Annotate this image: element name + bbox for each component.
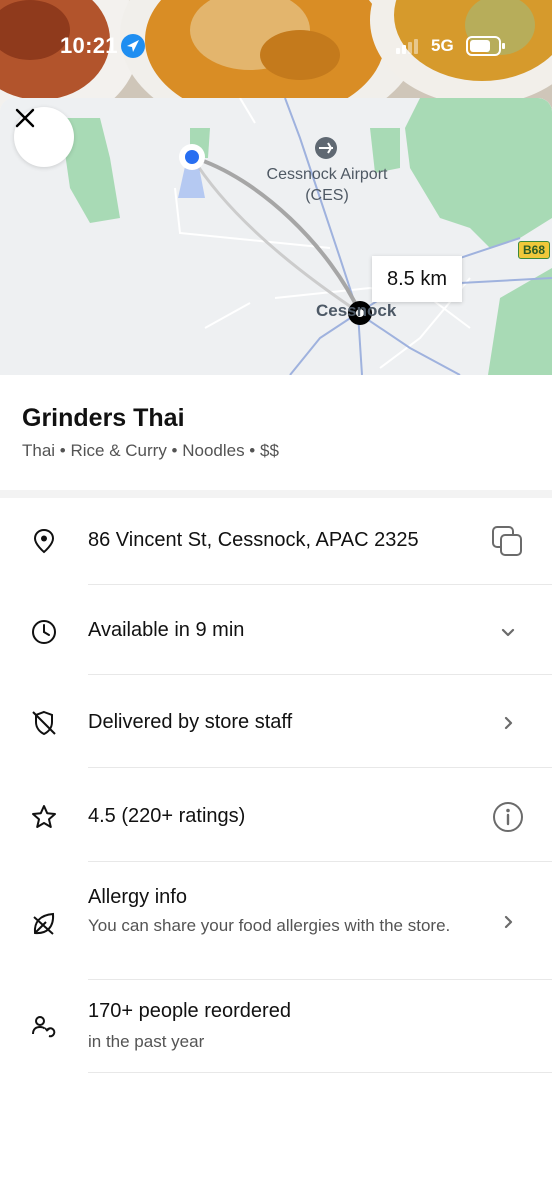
status-bar: 10:21 5G xyxy=(0,0,552,92)
reorder-row: 170+ people reordered in the past year xyxy=(0,980,552,1072)
battery-icon xyxy=(466,36,505,56)
delivery-text: Delivered by store staff xyxy=(88,711,293,733)
network-type: 5G xyxy=(431,36,454,55)
rating-text: 4.5 (220+ ratings) xyxy=(88,805,246,827)
reorder-subtitle: in the past year xyxy=(88,1032,205,1051)
star-icon xyxy=(32,805,56,828)
city-label: Cessnock xyxy=(316,301,397,320)
row-separator xyxy=(88,1072,552,1073)
distance-tag: 8.5 km xyxy=(372,256,462,302)
location-arrow-icon xyxy=(121,34,145,58)
clock-icon xyxy=(32,620,56,644)
location-pin-icon xyxy=(33,528,55,554)
person-repeat-icon xyxy=(32,1016,56,1038)
close-icon xyxy=(15,108,35,128)
status-time: 10:21 xyxy=(60,33,118,58)
airport-label: Cessnock Airport (CES) xyxy=(266,166,388,204)
map[interactable]: Cessnock Airport (CES) Cessnock B68 8.5 … xyxy=(0,98,552,375)
chevron-right-icon[interactable] xyxy=(491,905,525,939)
chevron-right-icon[interactable] xyxy=(491,706,525,740)
store-tags: Thai • Rice & Curry • Noodles • $$ xyxy=(22,441,279,460)
address-text: 86 Vincent St, Cessnock, APAC 2325 xyxy=(88,529,419,551)
copy-icon[interactable] xyxy=(490,524,524,558)
reorder-title: 170+ people reordered xyxy=(88,1000,291,1022)
info-icon[interactable] xyxy=(491,800,525,834)
allergy-title: Allergy info xyxy=(88,886,187,908)
availability-row[interactable]: Available in 9 min xyxy=(0,585,552,674)
availability-text: Available in 9 min xyxy=(88,619,245,641)
allergy-description: You can share your food allergies with t… xyxy=(88,916,451,935)
rating-row[interactable]: 4.5 (220+ ratings) xyxy=(0,768,552,861)
no-courier-icon xyxy=(32,710,56,736)
allergy-row[interactable]: Allergy info You can share your food all… xyxy=(0,862,552,979)
close-button[interactable] xyxy=(14,107,74,167)
leaf-icon xyxy=(33,912,55,935)
store-info-screen: 10:21 5G Cessnock Airport (CES) Cessnock… xyxy=(0,0,552,1200)
chevron-down-icon[interactable] xyxy=(491,615,525,649)
address-row[interactable]: 86 Vincent St, Cessnock, APAC 2325 xyxy=(0,498,552,584)
store-info-sheet: Cessnock Airport (CES) Cessnock B68 8.5 … xyxy=(0,98,552,1200)
section-divider xyxy=(0,490,552,498)
road-badge: B68 xyxy=(518,241,550,259)
signal-icon xyxy=(396,39,418,54)
store-name: Grinders Thai xyxy=(22,404,185,432)
delivery-row[interactable]: Delivered by store staff xyxy=(0,675,552,767)
